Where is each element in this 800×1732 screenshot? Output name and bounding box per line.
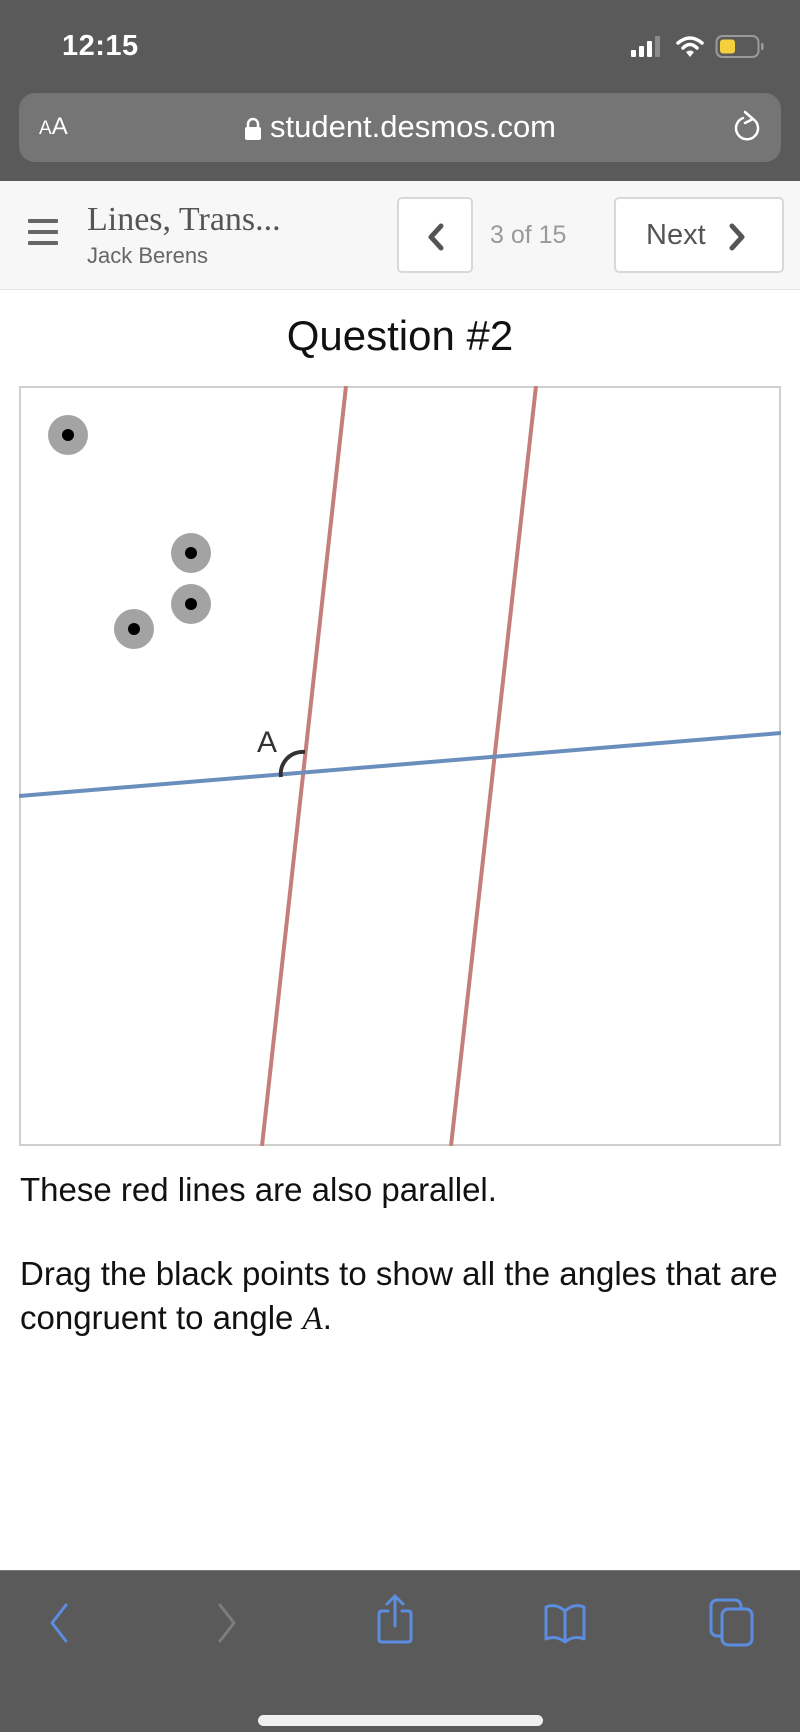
lock-icon [244,117,261,140]
prompt-text-2-end: . [322,1299,332,1336]
parallel-line-1 [260,386,348,1146]
prompt-text-2-body: Drag the black points to show all the an… [20,1255,778,1336]
chevron-right-icon [729,223,745,251]
forward-icon [218,1603,236,1643]
page-indicator: 3 of 15 [490,221,567,249]
share-icon [377,1594,413,1644]
activity-header: Lines, Trans... Jack Berens 3 of 15 Next [0,181,800,290]
chevron-left-icon [428,223,444,251]
back-button[interactable] [44,1601,74,1650]
question-title: Question #2 [286,312,514,359]
wifi-icon [676,36,704,57]
transversal-line [19,731,781,798]
math-angle-a: A [302,1301,323,1337]
geometry-graph[interactable]: A [19,386,781,1146]
angle-a-label: A [257,726,277,759]
back-icon [50,1603,68,1643]
draggable-point[interactable] [171,533,211,573]
hamburger-menu-icon[interactable] [28,219,58,245]
draggable-point[interactable] [48,415,88,455]
browser-toolbar-bottom [0,1570,800,1732]
status-icons [629,34,765,60]
next-label: Next [646,219,706,251]
parallel-line-2 [449,386,538,1146]
status-time: 12:15 [62,30,139,62]
bookmarks-button[interactable] [542,1601,588,1650]
activity-author: Jack Berens [87,243,209,268]
prompt-text-1: These red lines are also parallel. [20,1171,497,1208]
tabs-button[interactable] [708,1597,756,1652]
draggable-point[interactable] [114,609,154,649]
home-indicator[interactable] [258,1715,543,1726]
battery-icon [715,35,764,58]
prompt-text-2: Drag the black points to show all the an… [20,1252,790,1341]
reload-button[interactable] [731,109,765,152]
draggable-point[interactable] [171,584,211,624]
next-screen-button[interactable]: Next [614,197,784,273]
cellular-signal-icon [631,36,660,57]
address-bar[interactable]: AA student.desmos.com [19,93,781,162]
url-display[interactable]: student.desmos.com [19,109,781,145]
share-button[interactable] [375,1593,415,1650]
browser-chrome-top: 12:15 AA student.desmos.com [0,0,800,181]
url-text: student.desmos.com [269,109,557,144]
activity-title: Lines, Trans... [87,201,281,238]
forward-button[interactable] [212,1601,242,1650]
bookmarks-icon [544,1604,586,1644]
reload-icon [734,110,760,141]
tabs-icon [709,1598,754,1647]
previous-screen-button[interactable] [397,197,473,273]
